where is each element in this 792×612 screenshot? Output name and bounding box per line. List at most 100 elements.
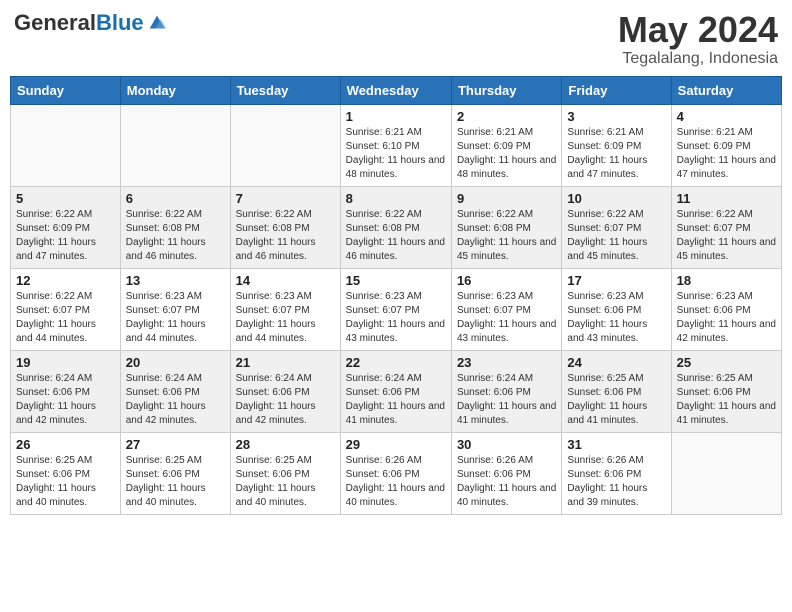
day-info: Sunrise: 6:21 AMSunset: 6:10 PMDaylight:… — [346, 126, 446, 182]
day-number: 15 — [346, 273, 446, 288]
weekday-header-tuesday: Tuesday — [230, 76, 340, 104]
weekday-header-monday: Monday — [120, 76, 230, 104]
calendar-week-row: 1 Sunrise: 6:21 AMSunset: 6:10 PMDaylight… — [11, 104, 782, 186]
day-info: Sunrise: 6:22 AMSunset: 6:08 PMDaylight:… — [346, 208, 446, 264]
day-info: Sunrise: 6:21 AMSunset: 6:09 PMDaylight:… — [567, 126, 665, 182]
calendar-cell — [230, 104, 340, 186]
day-info: Sunrise: 6:21 AMSunset: 6:09 PMDaylight:… — [457, 126, 556, 182]
title-section: May 2024 Tegalalang, Indonesia — [618, 10, 778, 68]
day-info: Sunrise: 6:24 AMSunset: 6:06 PMDaylight:… — [346, 372, 446, 428]
day-info: Sunrise: 6:22 AMSunset: 6:07 PMDaylight:… — [677, 208, 776, 264]
calendar-cell: 8 Sunrise: 6:22 AMSunset: 6:08 PMDaylight… — [340, 186, 451, 268]
day-info: Sunrise: 6:25 AMSunset: 6:06 PMDaylight:… — [567, 372, 665, 428]
weekday-header-friday: Friday — [562, 76, 671, 104]
logo-blue: Blue — [96, 10, 144, 36]
calendar-cell: 24 Sunrise: 6:25 AMSunset: 6:06 PMDayligh… — [562, 350, 671, 432]
weekday-header-sunday: Sunday — [11, 76, 121, 104]
day-number: 18 — [677, 273, 776, 288]
day-number: 11 — [677, 191, 776, 206]
weekday-header-thursday: Thursday — [451, 76, 561, 104]
page-header: GeneralBlue May 2024 Tegalalang, Indones… — [10, 10, 782, 68]
day-number: 5 — [16, 191, 115, 206]
calendar-cell: 27 Sunrise: 6:25 AMSunset: 6:06 PMDayligh… — [120, 432, 230, 514]
calendar-cell — [120, 104, 230, 186]
day-number: 29 — [346, 437, 446, 452]
calendar-cell: 14 Sunrise: 6:23 AMSunset: 6:07 PMDayligh… — [230, 268, 340, 350]
day-number: 12 — [16, 273, 115, 288]
calendar-cell: 7 Sunrise: 6:22 AMSunset: 6:08 PMDaylight… — [230, 186, 340, 268]
day-number: 28 — [236, 437, 335, 452]
day-info: Sunrise: 6:25 AMSunset: 6:06 PMDaylight:… — [677, 372, 776, 428]
day-number: 30 — [457, 437, 556, 452]
day-info: Sunrise: 6:23 AMSunset: 6:06 PMDaylight:… — [677, 290, 776, 346]
location: Tegalalang, Indonesia — [618, 50, 778, 68]
day-number: 3 — [567, 109, 665, 124]
day-info: Sunrise: 6:22 AMSunset: 6:07 PMDaylight:… — [16, 290, 115, 346]
calendar-cell: 16 Sunrise: 6:23 AMSunset: 6:07 PMDayligh… — [451, 268, 561, 350]
calendar-cell: 26 Sunrise: 6:25 AMSunset: 6:06 PMDayligh… — [11, 432, 121, 514]
day-number: 14 — [236, 273, 335, 288]
day-info: Sunrise: 6:23 AMSunset: 6:07 PMDaylight:… — [346, 290, 446, 346]
calendar-cell: 20 Sunrise: 6:24 AMSunset: 6:06 PMDayligh… — [120, 350, 230, 432]
calendar-table: SundayMondayTuesdayWednesdayThursdayFrid… — [10, 76, 782, 515]
calendar-cell: 4Sunrise: 6:21 AMSunset: 6:09 PMDaylight… — [671, 104, 781, 186]
day-info: Sunrise: 6:22 AMSunset: 6:08 PMDaylight:… — [236, 208, 335, 264]
day-info: Sunrise: 6:26 AMSunset: 6:06 PMDaylight:… — [567, 454, 665, 510]
calendar-cell: 9 Sunrise: 6:22 AMSunset: 6:08 PMDaylight… — [451, 186, 561, 268]
day-number: 25 — [677, 355, 776, 370]
calendar-cell: 19Sunrise: 6:24 AMSunset: 6:06 PMDayligh… — [11, 350, 121, 432]
logo-icon — [146, 12, 168, 34]
calendar-week-row: 5Sunrise: 6:22 AMSunset: 6:09 PMDaylight… — [11, 186, 782, 268]
day-info: Sunrise: 6:26 AMSunset: 6:06 PMDaylight:… — [346, 454, 446, 510]
day-info: Sunrise: 6:26 AMSunset: 6:06 PMDaylight:… — [457, 454, 556, 510]
weekday-header-saturday: Saturday — [671, 76, 781, 104]
weekday-header-wednesday: Wednesday — [340, 76, 451, 104]
calendar-cell: 1 Sunrise: 6:21 AMSunset: 6:10 PMDaylight… — [340, 104, 451, 186]
calendar-cell: 5Sunrise: 6:22 AMSunset: 6:09 PMDaylight… — [11, 186, 121, 268]
day-number: 16 — [457, 273, 556, 288]
day-number: 24 — [567, 355, 665, 370]
day-number: 20 — [126, 355, 225, 370]
calendar-cell: 11 Sunrise: 6:22 AMSunset: 6:07 PMDayligh… — [671, 186, 781, 268]
day-info: Sunrise: 6:24 AMSunset: 6:06 PMDaylight:… — [126, 372, 225, 428]
day-info: Sunrise: 6:24 AMSunset: 6:06 PMDaylight:… — [236, 372, 335, 428]
month-title: May 2024 — [618, 10, 778, 50]
calendar-cell: 25 Sunrise: 6:25 AMSunset: 6:06 PMDayligh… — [671, 350, 781, 432]
day-info: Sunrise: 6:23 AMSunset: 6:07 PMDaylight:… — [457, 290, 556, 346]
day-number: 26 — [16, 437, 115, 452]
day-number: 19 — [16, 355, 115, 370]
calendar-week-row: 26 Sunrise: 6:25 AMSunset: 6:06 PMDayligh… — [11, 432, 782, 514]
day-number: 9 — [457, 191, 556, 206]
day-info: Sunrise: 6:22 AMSunset: 6:08 PMDaylight:… — [126, 208, 225, 264]
logo-general: General — [14, 10, 96, 36]
calendar-cell: 15 Sunrise: 6:23 AMSunset: 6:07 PMDayligh… — [340, 268, 451, 350]
calendar-cell: 2 Sunrise: 6:21 AMSunset: 6:09 PMDaylight… — [451, 104, 561, 186]
day-info: Sunrise: 6:23 AMSunset: 6:07 PMDaylight:… — [236, 290, 335, 346]
day-number: 6 — [126, 191, 225, 206]
day-number: 17 — [567, 273, 665, 288]
day-number: 27 — [126, 437, 225, 452]
calendar-cell — [671, 432, 781, 514]
day-info: Sunrise: 6:25 AMSunset: 6:06 PMDaylight:… — [236, 454, 335, 510]
day-number: 22 — [346, 355, 446, 370]
day-number: 2 — [457, 109, 556, 124]
day-info: Sunrise: 6:24 AMSunset: 6:06 PMDaylight:… — [457, 372, 556, 428]
calendar-cell: 23Sunrise: 6:24 AMSunset: 6:06 PMDayligh… — [451, 350, 561, 432]
calendar-cell: 17Sunrise: 6:23 AMSunset: 6:06 PMDayligh… — [562, 268, 671, 350]
day-number: 21 — [236, 355, 335, 370]
day-number: 7 — [236, 191, 335, 206]
calendar-cell: 22 Sunrise: 6:24 AMSunset: 6:06 PMDayligh… — [340, 350, 451, 432]
calendar-week-row: 19 Sunrise: 6:24 AMSunset: 6:06 PMDayligh… — [11, 350, 782, 432]
calendar-cell: 30 Sunrise: 6:26 AMSunset: 6:06 PMDayligh… — [451, 432, 561, 514]
day-number: 4 — [677, 109, 776, 124]
calendar-cell: 13Sunrise: 6:23 AMSunset: 6:07 PMDayligh… — [120, 268, 230, 350]
day-number: 1 — [346, 109, 446, 124]
day-info: Sunrise: 6:22 AMSunset: 6:08 PMDaylight:… — [457, 208, 556, 264]
day-info: Sunrise: 6:25 AMSunset: 6:06 PMDaylight:… — [126, 454, 225, 510]
day-number: 31 — [567, 437, 665, 452]
day-info: Sunrise: 6:25 AMSunset: 6:06 PMDaylight:… — [16, 454, 115, 510]
calendar-cell: 29 Sunrise: 6:26 AMSunset: 6:06 PMDayligh… — [340, 432, 451, 514]
day-number: 8 — [346, 191, 446, 206]
calendar-cell: 3 Sunrise: 6:21 AMSunset: 6:09 PMDaylight… — [562, 104, 671, 186]
calendar-cell — [11, 104, 121, 186]
